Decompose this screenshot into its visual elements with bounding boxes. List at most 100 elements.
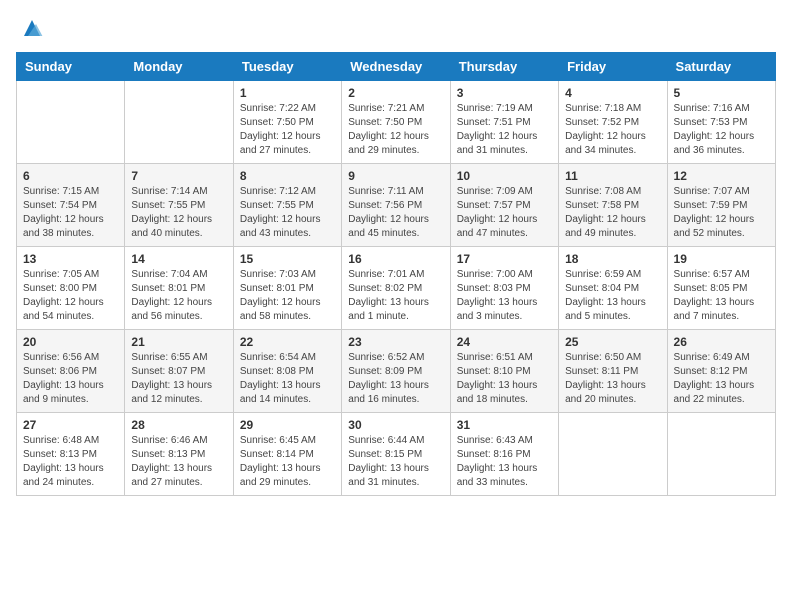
calendar-cell [17,81,125,164]
day-number: 2 [348,86,443,100]
logo-icon [20,16,44,40]
day-number: 17 [457,252,552,266]
day-info: Sunrise: 6:51 AM Sunset: 8:10 PM Dayligh… [457,351,552,407]
day-info: Sunrise: 7:22 AM Sunset: 7:50 PM Dayligh… [240,102,335,158]
calendar-cell: 20Sunrise: 6:56 AM Sunset: 8:06 PM Dayli… [17,330,125,413]
calendar-cell: 22 Sunrise: 6:54 AM Sunset: 8:08 PM Dayli… [233,330,341,413]
day-info: Sunrise: 6:45 AM Sunset: 8:14 PM Dayligh… [240,434,335,490]
day-number: 29 [240,418,335,432]
day-info: Sunrise: 7:16 AM Sunset: 7:53 PM Dayligh… [674,102,769,158]
calendar-week-row: 27Sunrise: 6:48 AM Sunset: 8:13 PM Dayli… [17,413,776,496]
calendar-cell: 11 Sunrise: 7:08 AM Sunset: 7:58 PM Dayli… [559,164,667,247]
day-number: 23 [348,335,443,349]
calendar-cell [125,81,233,164]
calendar-cell: 7 Sunrise: 7:14 AM Sunset: 7:55 PM Daylig… [125,164,233,247]
day-number: 16 [348,252,443,266]
calendar-cell: 16 Sunrise: 7:01 AM Sunset: 8:02 PM Dayli… [342,247,450,330]
day-info: Sunrise: 7:14 AM Sunset: 7:55 PM Dayligh… [131,185,226,241]
day-info: Sunrise: 7:09 AM Sunset: 7:57 PM Dayligh… [457,185,552,241]
day-info: Sunrise: 6:59 AM Sunset: 8:04 PM Dayligh… [565,268,660,324]
calendar-cell: 2 Sunrise: 7:21 AM Sunset: 7:50 PM Daylig… [342,81,450,164]
day-info: Sunrise: 7:01 AM Sunset: 8:02 PM Dayligh… [348,268,443,324]
calendar-cell: 6 Sunrise: 7:15 AM Sunset: 7:54 PM Daylig… [17,164,125,247]
calendar-cell: 21Sunrise: 6:55 AM Sunset: 8:07 PM Dayli… [125,330,233,413]
day-of-week-header: Tuesday [233,53,341,81]
day-number: 19 [674,252,769,266]
day-info: Sunrise: 7:00 AM Sunset: 8:03 PM Dayligh… [457,268,552,324]
day-of-week-header: Monday [125,53,233,81]
day-number: 24 [457,335,552,349]
calendar-cell: 10 Sunrise: 7:09 AM Sunset: 7:57 PM Dayli… [450,164,558,247]
day-number: 6 [23,169,118,183]
day-number: 28 [131,418,226,432]
calendar-cell: 5 Sunrise: 7:16 AM Sunset: 7:53 PM Daylig… [667,81,775,164]
day-number: 5 [674,86,769,100]
calendar-cell: 3 Sunrise: 7:19 AM Sunset: 7:51 PM Daylig… [450,81,558,164]
day-info: Sunrise: 6:54 AM Sunset: 8:08 PM Dayligh… [240,351,335,407]
day-info: Sunrise: 7:03 AM Sunset: 8:01 PM Dayligh… [240,268,335,324]
day-of-week-header: Saturday [667,53,775,81]
day-number: 10 [457,169,552,183]
day-number: 9 [348,169,443,183]
day-info: Sunrise: 7:04 AM Sunset: 8:01 PM Dayligh… [131,268,226,324]
day-number: 11 [565,169,660,183]
calendar-cell: 19 Sunrise: 6:57 AM Sunset: 8:05 PM Dayli… [667,247,775,330]
logo [16,16,44,40]
day-number: 30 [348,418,443,432]
day-number: 31 [457,418,552,432]
day-number: 13 [23,252,118,266]
calendar-cell: 26 Sunrise: 6:49 AM Sunset: 8:12 PM Dayli… [667,330,775,413]
day-info: Sunrise: 6:52 AM Sunset: 8:09 PM Dayligh… [348,351,443,407]
day-number: 8 [240,169,335,183]
day-info: Sunrise: 7:08 AM Sunset: 7:58 PM Dayligh… [565,185,660,241]
day-number: 25 [565,335,660,349]
day-number: 4 [565,86,660,100]
calendar-cell [667,413,775,496]
calendar-cell: 4 Sunrise: 7:18 AM Sunset: 7:52 PM Daylig… [559,81,667,164]
day-info: Sunrise: 7:19 AM Sunset: 7:51 PM Dayligh… [457,102,552,158]
day-info: Sunrise: 6:43 AM Sunset: 8:16 PM Dayligh… [457,434,552,490]
day-info: Sunrise: 6:46 AM Sunset: 8:13 PM Dayligh… [131,434,226,490]
day-info: Sunrise: 6:57 AM Sunset: 8:05 PM Dayligh… [674,268,769,324]
calendar-table: SundayMondayTuesdayWednesdayThursdayFrid… [16,52,776,496]
day-number: 1 [240,86,335,100]
calendar-cell: 12 Sunrise: 7:07 AM Sunset: 7:59 PM Dayli… [667,164,775,247]
day-info: Sunrise: 7:07 AM Sunset: 7:59 PM Dayligh… [674,185,769,241]
day-of-week-header: Wednesday [342,53,450,81]
day-of-week-header: Thursday [450,53,558,81]
calendar-cell: 31 Sunrise: 6:43 AM Sunset: 8:16 PM Dayli… [450,413,558,496]
calendar-cell: 8Sunrise: 7:12 AM Sunset: 7:55 PM Daylig… [233,164,341,247]
calendar-cell: 13 Sunrise: 7:05 AM Sunset: 8:00 PM Dayli… [17,247,125,330]
day-number: 26 [674,335,769,349]
calendar-cell: 15Sunrise: 7:03 AM Sunset: 8:01 PM Dayli… [233,247,341,330]
calendar-cell: 18 Sunrise: 6:59 AM Sunset: 8:04 PM Dayli… [559,247,667,330]
day-number: 22 [240,335,335,349]
calendar-week-row: 13 Sunrise: 7:05 AM Sunset: 8:00 PM Dayli… [17,247,776,330]
day-info: Sunrise: 7:18 AM Sunset: 7:52 PM Dayligh… [565,102,660,158]
day-number: 3 [457,86,552,100]
calendar-cell: 23 Sunrise: 6:52 AM Sunset: 8:09 PM Dayli… [342,330,450,413]
calendar-cell [559,413,667,496]
day-info: Sunrise: 7:21 AM Sunset: 7:50 PM Dayligh… [348,102,443,158]
calendar-week-row: 6 Sunrise: 7:15 AM Sunset: 7:54 PM Daylig… [17,164,776,247]
day-info: Sunrise: 6:49 AM Sunset: 8:12 PM Dayligh… [674,351,769,407]
calendar-cell: 28 Sunrise: 6:46 AM Sunset: 8:13 PM Dayli… [125,413,233,496]
calendar-week-row: 20Sunrise: 6:56 AM Sunset: 8:06 PM Dayli… [17,330,776,413]
calendar-header-row: SundayMondayTuesdayWednesdayThursdayFrid… [17,53,776,81]
day-number: 18 [565,252,660,266]
calendar-cell: 9Sunrise: 7:11 AM Sunset: 7:56 PM Daylig… [342,164,450,247]
day-number: 14 [131,252,226,266]
calendar-cell: 24 Sunrise: 6:51 AM Sunset: 8:10 PM Dayli… [450,330,558,413]
calendar-cell: 17 Sunrise: 7:00 AM Sunset: 8:03 PM Dayli… [450,247,558,330]
day-info: Sunrise: 7:15 AM Sunset: 7:54 PM Dayligh… [23,185,118,241]
day-info: Sunrise: 7:05 AM Sunset: 8:00 PM Dayligh… [23,268,118,324]
day-number: 12 [674,169,769,183]
calendar-week-row: 1 Sunrise: 7:22 AM Sunset: 7:50 PM Daylig… [17,81,776,164]
calendar-cell: 14 Sunrise: 7:04 AM Sunset: 8:01 PM Dayli… [125,247,233,330]
calendar-cell: 27Sunrise: 6:48 AM Sunset: 8:13 PM Dayli… [17,413,125,496]
day-of-week-header: Friday [559,53,667,81]
day-info: Sunrise: 6:50 AM Sunset: 8:11 PM Dayligh… [565,351,660,407]
day-number: 27 [23,418,118,432]
day-number: 7 [131,169,226,183]
calendar-cell: 29 Sunrise: 6:45 AM Sunset: 8:14 PM Dayli… [233,413,341,496]
